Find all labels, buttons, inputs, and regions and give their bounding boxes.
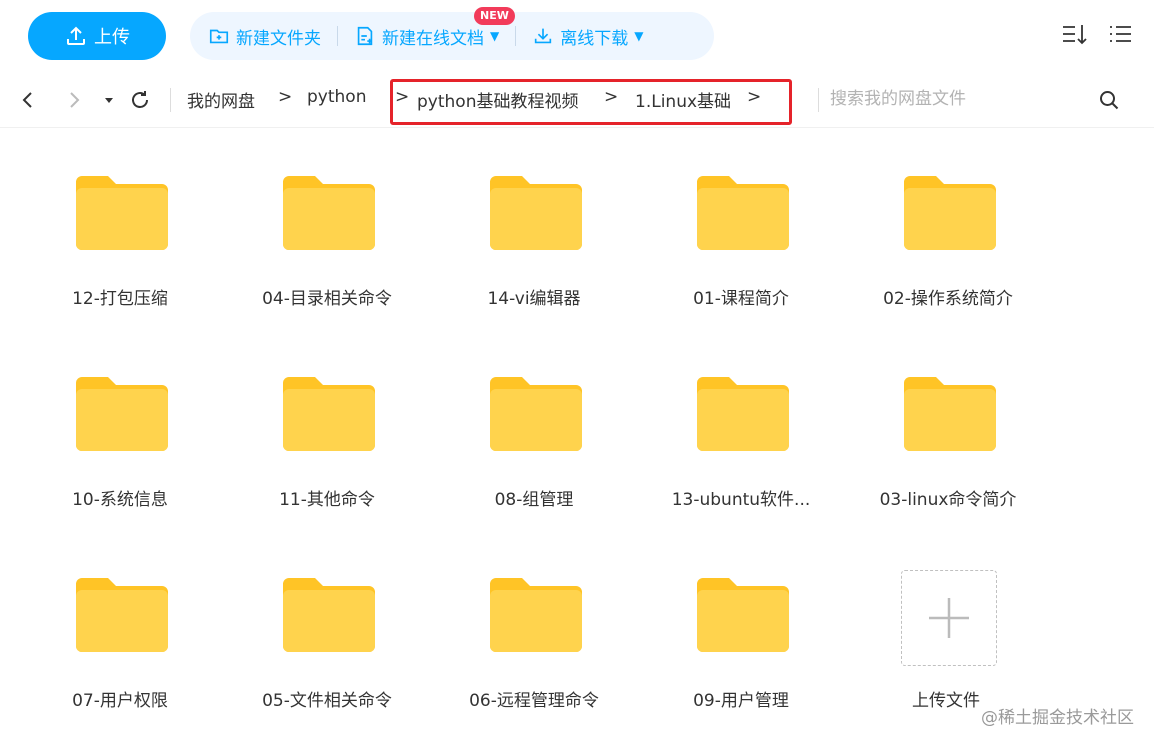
- folder-name: 08-组管理: [494, 490, 574, 510]
- upload-icon: [67, 26, 85, 45]
- folder-icon: [283, 377, 375, 451]
- download-icon: [535, 28, 552, 44]
- folder-item[interactable]: 12-打包压缩: [30, 128, 210, 309]
- toolbar: 上传 新建文件夹 新建在线文档 ▼ NEW 离线下载 ▼: [0, 0, 1154, 72]
- breadcrumb-my-drive[interactable]: 我的网盘: [187, 87, 255, 112]
- folder-icon: [76, 578, 168, 652]
- offline-download-label: 离线下载: [560, 28, 629, 49]
- folder-item[interactable]: 05-文件相关命令: [237, 530, 417, 711]
- folder-item[interactable]: 11-其他命令: [237, 329, 417, 510]
- folder-name: 10-系统信息: [72, 490, 168, 510]
- folder-item[interactable]: 13-ubuntu软件...: [651, 329, 831, 510]
- toolbar-separator: [515, 26, 517, 46]
- folder-name: 14-vi编辑器: [487, 289, 581, 309]
- folder-name: 11-其他命令: [279, 490, 375, 510]
- folder-name: 06-远程管理命令: [469, 691, 599, 711]
- folder-item[interactable]: 10-系统信息: [30, 329, 210, 510]
- folder-item[interactable]: 07-用户权限: [30, 530, 210, 711]
- list-view-icon[interactable]: [1106, 20, 1134, 48]
- folder-name: 07-用户权限: [72, 691, 168, 711]
- new-doc-icon: [357, 26, 373, 46]
- new-badge: NEW: [474, 6, 515, 25]
- caret-down-icon: [105, 98, 113, 103]
- folder-icon: [904, 176, 996, 250]
- folder-item[interactable]: 01-课程简介: [651, 128, 831, 309]
- search-input[interactable]: [830, 84, 1090, 114]
- watermark: @稀土掘金技术社区: [981, 708, 1134, 728]
- chevron-right-icon: [70, 92, 80, 108]
- upload-file-label: 上传文件: [912, 691, 980, 711]
- folder-icon: [697, 578, 789, 652]
- new-folder-icon: [209, 29, 229, 44]
- navigation-bar: 我的网盘 > python > python基础教程视频 > 1.Linux基础…: [0, 72, 1154, 128]
- folder-name: 09-用户管理: [693, 691, 789, 711]
- breadcrumb-python[interactable]: python: [307, 87, 366, 107]
- folder-icon: [76, 377, 168, 451]
- history-dropdown-button[interactable]: [95, 86, 123, 114]
- chevron-left-icon: [22, 92, 32, 108]
- action-bar: 新建文件夹 新建在线文档 ▼ NEW 离线下载 ▼: [190, 6, 714, 60]
- view-controls: [1060, 20, 1134, 48]
- folder-item[interactable]: 09-用户管理: [651, 530, 831, 711]
- folder-name: 13-ubuntu软件...: [671, 490, 811, 510]
- folder-item[interactable]: 08-组管理: [444, 329, 624, 510]
- sort-icon[interactable]: [1060, 20, 1088, 48]
- refresh-icon: [132, 91, 148, 108]
- new-online-doc-label: 新建在线文档: [382, 28, 484, 49]
- folder-item[interactable]: 04-目录相关命令: [237, 128, 417, 309]
- folder-item[interactable]: 14-vi编辑器: [444, 128, 624, 309]
- toolbar-separator: [337, 26, 338, 46]
- new-online-doc-button[interactable]: 新建在线文档 ▼ NEW: [354, 6, 515, 49]
- nav-divider: [170, 88, 171, 112]
- search-icon[interactable]: [1097, 88, 1121, 112]
- breadcrumb-separator: >: [278, 87, 293, 107]
- folder-item[interactable]: 06-远程管理命令: [444, 530, 624, 711]
- plus-icon: [929, 598, 969, 638]
- chevron-down-icon: ▼: [490, 29, 500, 43]
- folder-icon: [76, 176, 168, 250]
- back-button[interactable]: [14, 86, 42, 114]
- folder-name: 12-打包压缩: [72, 289, 168, 309]
- new-folder-label: 新建文件夹: [236, 28, 321, 49]
- new-folder-button[interactable]: 新建文件夹: [208, 24, 321, 49]
- upload-button-label: 上传: [94, 27, 130, 48]
- folder-icon: [697, 176, 789, 250]
- folder-name: 05-文件相关命令: [262, 691, 392, 711]
- folder-icon: [490, 578, 582, 652]
- refresh-button[interactable]: [126, 86, 154, 114]
- upload-button[interactable]: 上传: [28, 12, 166, 60]
- folder-item[interactable]: 03-linux命令简介: [858, 329, 1038, 510]
- folder-name: 02-操作系统简介: [883, 289, 1013, 309]
- folder-name: 01-课程简介: [693, 289, 789, 309]
- forward-button[interactable]: [60, 86, 88, 114]
- offline-download-button[interactable]: 离线下载 ▼: [532, 24, 643, 49]
- folder-icon: [697, 377, 789, 451]
- upload-file-tile[interactable]: [901, 570, 997, 666]
- folder-name: 04-目录相关命令: [262, 289, 392, 309]
- folder-item[interactable]: 02-操作系统简介: [858, 128, 1038, 309]
- highlight-annotation: [390, 79, 792, 125]
- search-divider: [818, 88, 819, 112]
- folder-icon: [283, 176, 375, 250]
- folder-icon: [490, 377, 582, 451]
- folder-name: 03-linux命令简介: [879, 490, 1017, 510]
- folder-icon: [490, 176, 582, 250]
- folder-icon: [904, 377, 996, 451]
- folder-icon: [283, 578, 375, 652]
- chevron-down-icon: ▼: [634, 29, 644, 43]
